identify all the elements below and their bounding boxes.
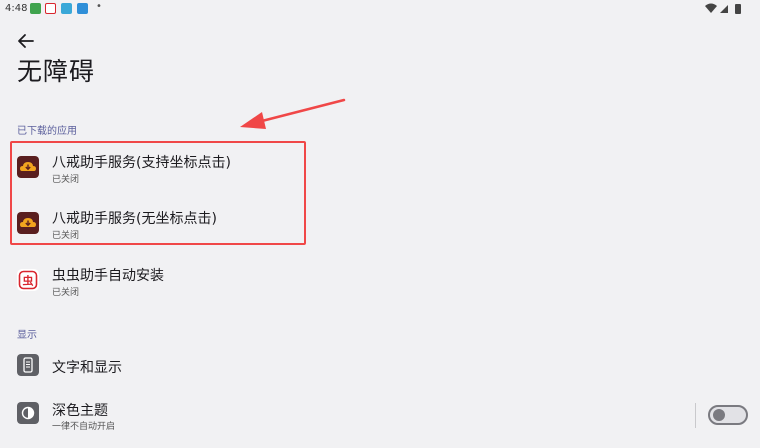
text-display-icon bbox=[17, 354, 39, 376]
list-item-status: 一律不自动开启 bbox=[52, 422, 116, 432]
highlight-box bbox=[10, 141, 306, 245]
list-item-status: 已关闭 bbox=[52, 288, 80, 298]
cellular-icon bbox=[720, 5, 728, 13]
battery-icon bbox=[735, 4, 741, 14]
list-item-chongchong-install[interactable]: 虫 虫虫助手自动安装 已关闭 bbox=[0, 253, 690, 305]
section-header-display: 显示 bbox=[17, 330, 37, 341]
list-item-text-display[interactable]: 文字和显示 bbox=[0, 340, 690, 392]
notification-dot: • bbox=[96, 1, 102, 12]
status-time: 4:48 bbox=[5, 3, 28, 14]
back-arrow-icon[interactable] bbox=[14, 30, 38, 52]
wifi-icon bbox=[705, 3, 717, 13]
toggle-knob bbox=[713, 409, 725, 421]
dark-theme-toggle[interactable] bbox=[708, 405, 748, 425]
page-title: 无障碍 bbox=[17, 57, 96, 86]
status-bar: 4:48 • bbox=[0, 0, 760, 18]
dark-theme-icon bbox=[17, 402, 39, 424]
app-notification-icon bbox=[30, 3, 41, 14]
list-item-label: 文字和显示 bbox=[52, 360, 122, 376]
app-notification-icon bbox=[61, 3, 72, 14]
chongchong-notification-icon bbox=[45, 3, 56, 14]
chongchong-app-icon: 虫 bbox=[17, 269, 39, 291]
section-header-downloaded-apps: 已下载的应用 bbox=[17, 126, 77, 137]
list-item-label: 深色主题 bbox=[52, 403, 108, 419]
svg-text:虫: 虫 bbox=[23, 274, 34, 288]
list-item-label: 虫虫助手自动安装 bbox=[52, 268, 164, 284]
annotation-arrow-icon bbox=[240, 98, 346, 129]
list-item-dark-theme[interactable]: 深色主题 一律不自动开启 bbox=[0, 396, 690, 448]
toggle-divider bbox=[695, 403, 696, 428]
app-notification-icon bbox=[77, 3, 88, 14]
system-status-icons bbox=[705, 3, 741, 14]
